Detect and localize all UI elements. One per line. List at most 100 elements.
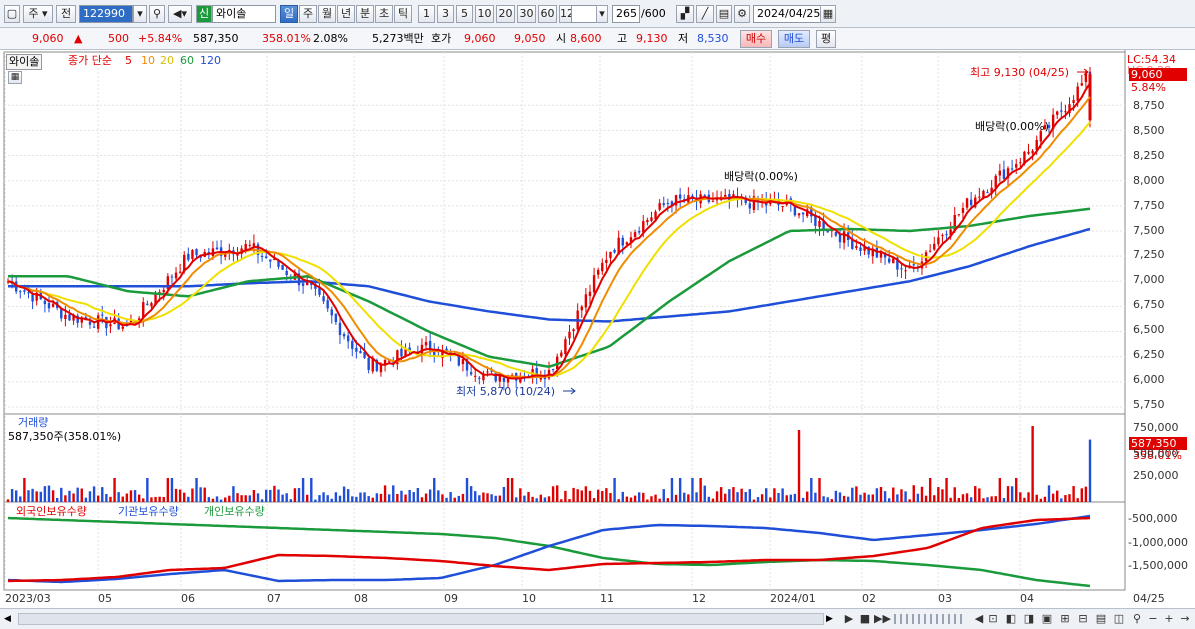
volume-bar: [887, 498, 891, 502]
zoom-search-icon[interactable]: ⚲: [1130, 612, 1144, 626]
volume-bar: [588, 490, 592, 502]
quote-bar: 9,060 ▲ 500 +5.84% 587,350 358.01% 2.08%…: [0, 28, 1195, 50]
indicator-icon[interactable]: ▞: [676, 5, 694, 23]
volume-bar: [892, 487, 895, 502]
scroll-track[interactable]: [18, 613, 824, 625]
candle-body: [248, 244, 252, 246]
draw-tool-icon[interactable]: ╱: [696, 5, 714, 23]
volume-bar: [359, 492, 362, 502]
volume-bar: [240, 495, 243, 502]
individual-holding-legend[interactable]: 개인보유수량: [204, 505, 265, 519]
ma60-legend[interactable]: 60: [180, 54, 194, 68]
volume-bar: [945, 478, 948, 502]
settings-gear-icon[interactable]: ⚙: [734, 5, 750, 23]
view-b-icon[interactable]: ◨: [1022, 612, 1036, 626]
view-c-icon[interactable]: ▣: [1040, 612, 1054, 626]
candle-body: [1015, 164, 1018, 168]
chart-canvas[interactable]: [0, 50, 1195, 610]
volume-bar: [629, 497, 633, 502]
interval-dropdown-icon[interactable]: ▾: [596, 5, 608, 23]
volume-bar: [346, 489, 350, 502]
volume-bar: [322, 492, 325, 502]
stop-icon[interactable]: ■: [858, 612, 872, 626]
candle-body: [1031, 150, 1034, 154]
volume-bar: [14, 490, 18, 502]
volume-bar: [1051, 493, 1055, 502]
volume-bar: [646, 499, 649, 502]
period-button[interactable]: 초: [375, 5, 393, 23]
x-tick-label: 12: [692, 592, 706, 605]
volume-bar: [851, 487, 854, 502]
stock-chart[interactable]: 와이솔 종가 단순 5 10 20 60 120 ▦ LC:54.34 HC:9…: [0, 50, 1195, 610]
scroll-left-icon[interactable]: ◀: [4, 612, 16, 626]
period-button[interactable]: 일: [280, 5, 298, 23]
fast-forward-icon[interactable]: ▶▶: [874, 612, 891, 626]
volume-bar: [506, 478, 510, 502]
candle-body: [601, 262, 604, 272]
interval-button[interactable]: 1: [418, 5, 435, 23]
count-input[interactable]: 265: [612, 5, 640, 23]
candle-body: [904, 270, 907, 272]
buy-button[interactable]: 매수: [740, 30, 772, 48]
zoom-out-icon[interactable]: −: [1146, 612, 1160, 626]
volume-bar: [871, 494, 874, 502]
play-icon[interactable]: ▶: [842, 612, 856, 626]
volume-bar: [158, 496, 161, 502]
period-button[interactable]: 주: [299, 5, 317, 23]
ma120-legend[interactable]: 120: [200, 54, 221, 68]
calendar-icon[interactable]: ▦: [820, 5, 836, 23]
volume-bar: [658, 498, 661, 502]
search-icon[interactable]: ⚲: [149, 5, 165, 23]
candle-body: [371, 358, 374, 372]
interval-button[interactable]: 30: [517, 5, 536, 23]
interval-button[interactable]: 10: [475, 5, 494, 23]
period-button[interactable]: 분: [356, 5, 374, 23]
ma5-legend[interactable]: 5: [125, 54, 132, 68]
interval-button[interactable]: 20: [496, 5, 515, 23]
date-input[interactable]: 2024/04/25: [753, 5, 821, 23]
x-tick-label: 2024/01: [770, 592, 816, 605]
code-dropdown-icon[interactable]: ▾: [133, 5, 147, 23]
save-icon[interactable]: ▤: [716, 5, 732, 23]
stock-code-input[interactable]: 122990: [79, 5, 133, 23]
zoom-reset-icon[interactable]: ⊡: [986, 612, 1000, 626]
view-a-icon[interactable]: ◧: [1004, 612, 1018, 626]
evaluate-button[interactable]: 평: [816, 30, 836, 48]
view-g-icon[interactable]: ◫: [1112, 612, 1126, 626]
period-button[interactable]: 틱: [394, 5, 412, 23]
prev-button[interactable]: 전: [56, 5, 76, 23]
next-icon[interactable]: →: [1178, 612, 1192, 626]
interval-button[interactable]: 60: [538, 5, 557, 23]
volume-bar: [379, 493, 383, 502]
period-button[interactable]: 월: [318, 5, 336, 23]
zoom-in-icon[interactable]: +: [1162, 612, 1176, 626]
stock-name-tag[interactable]: 와이솔: [6, 54, 43, 70]
view-e-icon[interactable]: ⊟: [1076, 612, 1090, 626]
volume-bar: [564, 490, 567, 502]
chart-scrollbar[interactable]: ◀ ▶ ▶ ■ ▶▶ ◀ ⊡ ◧ ◨ ▣ ⊞ ⊟ ▤ ◫ ⚲ − + →: [0, 608, 1195, 629]
volume-tick-label: 500,000: [1133, 447, 1179, 460]
foreign-holding-legend[interactable]: 외국인보유수량: [16, 505, 87, 519]
volume-bar: [129, 490, 133, 502]
window-menu-icon[interactable]: ▢: [4, 5, 20, 23]
market-select[interactable]: 주 ▾: [23, 5, 53, 23]
interval-button[interactable]: 5: [456, 5, 473, 23]
institution-holding-legend[interactable]: 기관보유수량: [118, 505, 179, 519]
speaker-icon[interactable]: ◀▾: [168, 5, 192, 23]
volume-bar: [748, 489, 752, 502]
candle-body: [568, 331, 571, 339]
step-left-icon[interactable]: ◀: [972, 612, 986, 626]
period-button[interactable]: 년: [337, 5, 355, 23]
sell-button[interactable]: 매도: [778, 30, 810, 48]
scroll-right-icon[interactable]: ▶: [826, 612, 838, 626]
volume-bar: [252, 489, 256, 502]
view-d-icon[interactable]: ⊞: [1058, 612, 1072, 626]
table-toggle-icon[interactable]: ▦: [8, 71, 22, 84]
speed-slider[interactable]: [894, 614, 966, 624]
interval-button[interactable]: 3: [437, 5, 454, 23]
candle-body: [191, 250, 194, 259]
view-f-icon[interactable]: ▤: [1094, 612, 1108, 626]
ma20-legend[interactable]: 20: [160, 54, 174, 68]
count-max: /600: [641, 7, 666, 20]
ma10-legend[interactable]: 10: [141, 54, 155, 68]
